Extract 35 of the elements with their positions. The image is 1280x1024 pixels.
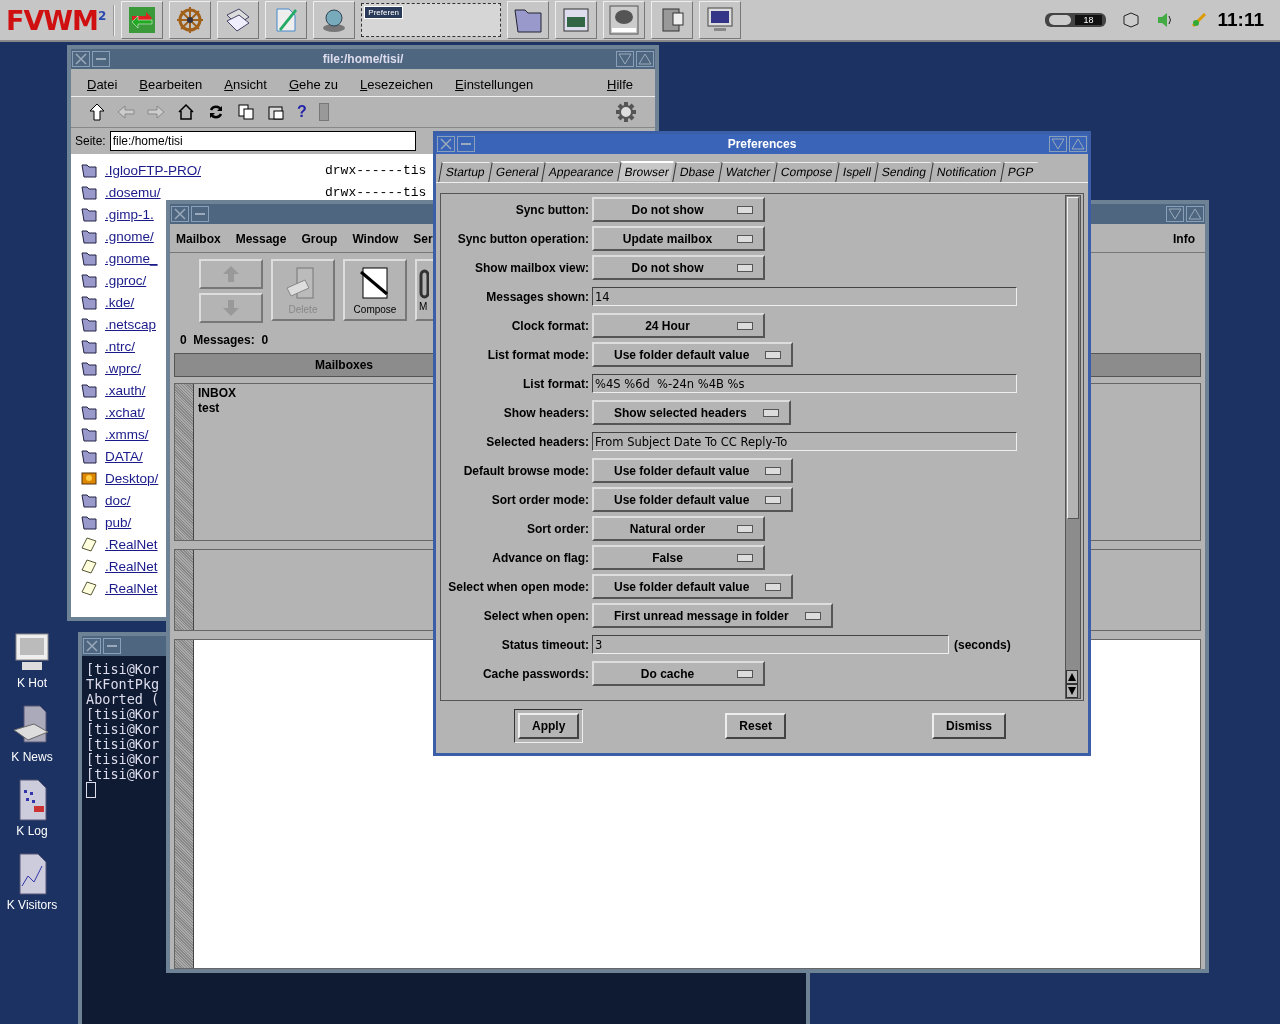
tray-counter: 18: [1075, 15, 1102, 25]
setting-label: Sync button:: [514, 202, 589, 217]
setting-label: Messages shown:: [485, 289, 589, 304]
setting-label: List format mode:: [486, 347, 589, 362]
terminal-line: [tisi@Kor: [86, 767, 160, 782]
setting-label: Sort order mode:: [490, 492, 589, 507]
terminal-line: [tisi@Kor: [86, 707, 160, 722]
terminal-line: [tisi@Kor: [86, 752, 160, 767]
terminal-line: [tisi@Kor: [86, 662, 160, 677]
setting-label: Status timeout:: [500, 637, 589, 652]
file-permissions: drwx------tis: [325, 162, 427, 178]
unit-label: (seconds): [954, 637, 1011, 652]
setting-label: Show headers:: [502, 405, 589, 420]
setting-label: Select when open:: [482, 608, 589, 623]
setting-label: Cache passwords:: [481, 666, 589, 681]
terminal-line: TkFontPkg: [86, 677, 160, 692]
setting-label: Clock format:: [510, 318, 589, 333]
window-title: file:/home/tisi/: [321, 52, 405, 66]
window-title: Preferences: [726, 137, 798, 151]
terminal-line: [tisi@Kor: [86, 737, 160, 752]
setting-label: Select when open mode:: [447, 579, 589, 594]
terminal-line: Aborted (: [86, 692, 160, 707]
setting-label: Sort order:: [526, 521, 589, 536]
setting-label: Selected headers:: [485, 434, 589, 449]
setting-label: Advance on flag:: [491, 550, 589, 565]
setting-label: List format:: [522, 376, 589, 391]
location-label: Seite:: [75, 134, 106, 148]
clock: 11:11: [1217, 9, 1264, 31]
setting-label: Default browse mode:: [462, 463, 589, 478]
message-count: 0 Messages: 0: [179, 332, 270, 349]
header-label: Mailboxes: [315, 358, 374, 372]
setting-label: Sync button operation:: [456, 231, 589, 246]
setting-label: Show mailbox view:: [473, 260, 589, 275]
terminal-line: [tisi@Kor: [86, 722, 160, 737]
file-permissions: drwx------tis: [325, 184, 427, 200]
